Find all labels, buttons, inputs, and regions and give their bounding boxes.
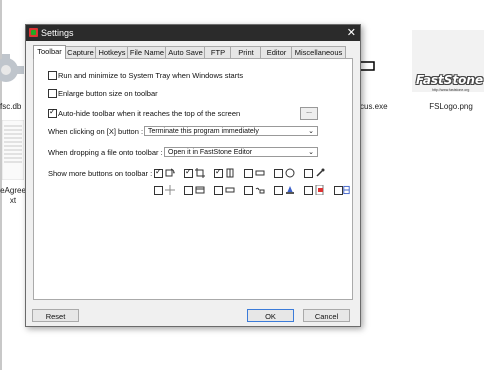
tab-capture[interactable]: Capture (64, 46, 97, 58)
tab-miscellaneous[interactable]: Miscellaneous (291, 46, 346, 58)
rotate-icon (165, 168, 175, 177)
tab-editor[interactable]: Editor (260, 46, 293, 58)
toolbar-button-scanner-checkbox[interactable] (274, 186, 283, 195)
toolbar-button-window-checkbox[interactable] (184, 186, 193, 195)
scroll-icon (343, 185, 350, 195)
settings-dialog: Settings ✕ Toolbar Capture Hotkeys File … (25, 24, 361, 327)
drop-action-select[interactable]: Open it in FastStone Editor ⌄ (164, 147, 318, 157)
reset-button[interactable]: Reset (32, 309, 79, 322)
app-icon (29, 28, 38, 37)
minimize-tray-checkbox[interactable] (48, 71, 57, 80)
toolbar-button-film-checkbox[interactable] (214, 167, 223, 178)
menu-icon (225, 187, 235, 193)
close-icon[interactable]: ✕ (347, 26, 356, 39)
close-action-value: Terminate this program immediately (148, 128, 259, 135)
logo-url: http://www.faststone.org (432, 88, 470, 92)
logo-text: FastStone (416, 73, 484, 87)
enlarge-buttons-checkbox[interactable] (48, 89, 57, 98)
drop-action-label: When dropping a file onto toolbar : (48, 148, 163, 157)
rectangle-icon (255, 170, 265, 176)
close-action-label: When clicking on [X] button : (48, 127, 144, 136)
auto-hide-label: Auto-hide toolbar when it reaches the to… (58, 109, 241, 118)
crop-icon (195, 168, 205, 178)
drop-action-value: Open it in FastStone Editor (168, 149, 253, 156)
window-thumbnail-icon (357, 30, 396, 90)
close-action-select[interactable]: Terminate this program immediately ⌄ (144, 126, 318, 136)
auto-hide-options-button[interactable]: ... (300, 107, 318, 120)
scanner-icon (286, 186, 294, 194)
toolbar-button-pdf-checkbox[interactable] (304, 186, 313, 195)
toolbar-button-crosshair-checkbox[interactable] (154, 186, 163, 195)
toolbar-button-menu-checkbox[interactable] (214, 186, 223, 195)
cancel-button[interactable]: Cancel (303, 309, 350, 322)
file-label[interactable]: FSLogo.png (426, 102, 476, 111)
ellipse-icon (285, 168, 295, 178)
file-label[interactable]: eAgree xt (0, 186, 26, 206)
gear-thumbnail[interactable] (0, 44, 26, 94)
toolbar-button-rotate-checkbox[interactable] (154, 167, 163, 178)
eyedropper-icon (316, 168, 325, 177)
window-icon (195, 186, 205, 194)
tab-ftp[interactable]: FTP (204, 46, 232, 58)
file-label[interactable]: cus.exe (360, 102, 390, 111)
tab-print[interactable]: Print (230, 46, 262, 58)
chevron-down-icon: ⌄ (308, 149, 314, 156)
toolbar-button-eyedropper-checkbox[interactable] (304, 169, 313, 178)
crosshair-icon (165, 185, 175, 195)
toolbar-button-rectangle-checkbox[interactable] (244, 169, 253, 178)
pdf-icon (315, 185, 324, 195)
toolbar-button-ellipse-checkbox[interactable] (274, 169, 283, 178)
tab-toolbar[interactable]: Toolbar (33, 45, 66, 59)
title-bar[interactable]: Settings ✕ (26, 25, 360, 41)
tab-auto-save[interactable]: Auto Save (165, 46, 206, 58)
toolbar-settings-panel: Run and minimize to System Tray when Win… (33, 58, 353, 300)
document-icon (1, 119, 25, 181)
enlarge-buttons-label: Enlarge button size on toolbar (58, 89, 158, 98)
toolbar-button-crop-checkbox[interactable] (184, 167, 193, 178)
toolbar-button-hand-checkbox[interactable] (244, 186, 253, 195)
exe-thumbnail[interactable] (357, 30, 396, 90)
faststone-logo-thumbnail[interactable]: FastStone http://www.faststone.org (412, 30, 484, 92)
more-buttons-label: Show more buttons on toolbar : (48, 169, 153, 178)
hand-icon (255, 187, 265, 194)
gear-icon (0, 54, 24, 82)
minimize-tray-label: Run and minimize to System Tray when Win… (58, 71, 244, 80)
tab-file-name[interactable]: File Name (127, 46, 167, 58)
file-label[interactable]: fsc.db (0, 102, 24, 111)
dialog-title: Settings (41, 28, 74, 38)
ok-button[interactable]: OK (247, 309, 294, 322)
document-thumbnail[interactable] (1, 119, 25, 181)
chevron-down-icon: ⌄ (308, 128, 314, 135)
tab-hotkeys[interactable]: Hotkeys (95, 46, 129, 58)
auto-hide-checkbox[interactable] (48, 107, 57, 118)
film-icon (226, 168, 234, 178)
